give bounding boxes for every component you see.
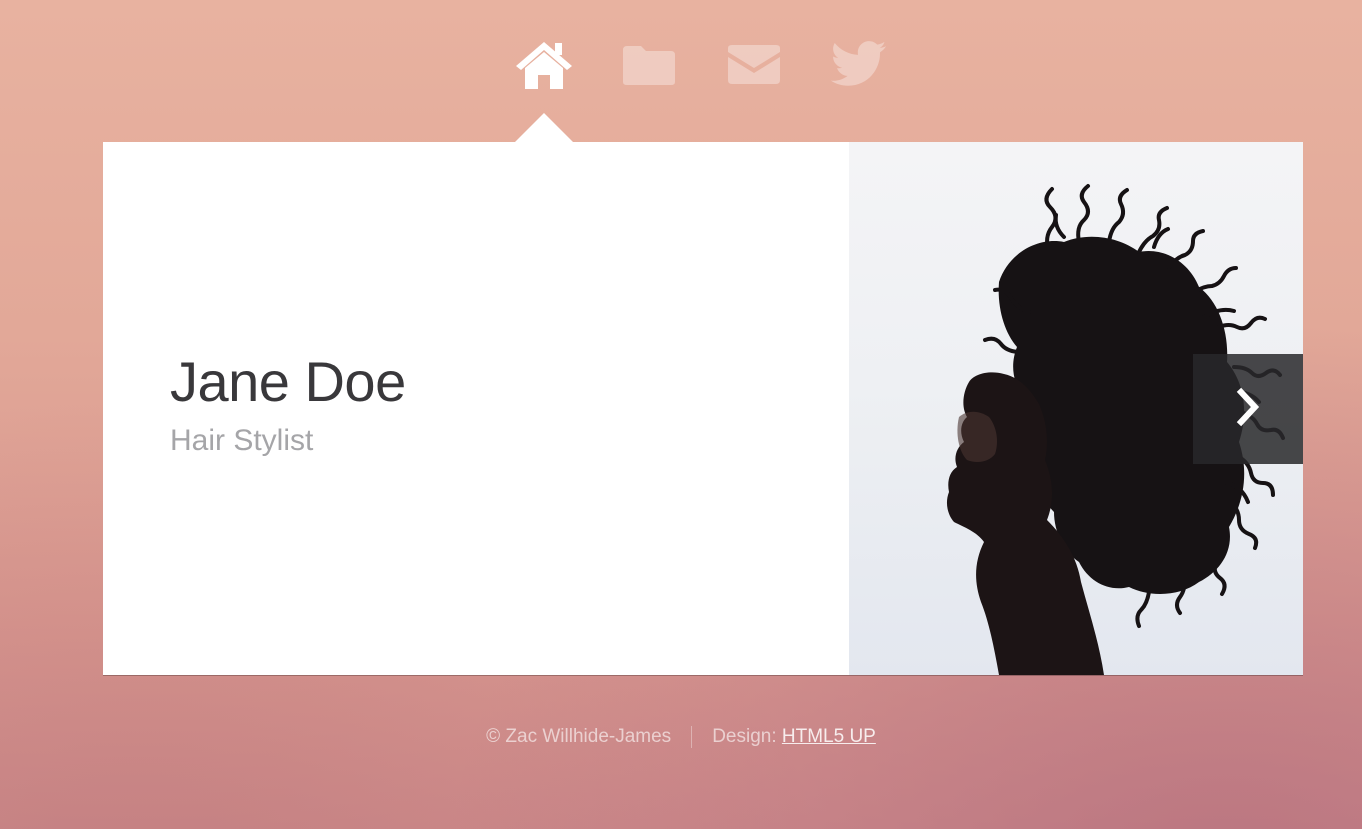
chevron-right-icon <box>1234 387 1262 432</box>
main-nav <box>0 36 1362 96</box>
intro-panel: Jane Doe Hair Stylist <box>103 142 1303 675</box>
footer-divider <box>691 726 693 748</box>
nav-twitter[interactable] <box>827 36 891 92</box>
active-nav-pointer <box>514 113 574 143</box>
design-credit-link[interactable]: HTML5 UP <box>782 726 876 747</box>
home-icon <box>514 39 574 89</box>
profile-photo <box>849 142 1303 675</box>
nav-contact[interactable] <box>722 36 786 92</box>
nav-portfolio[interactable] <box>617 36 681 92</box>
profile-name: Jane Doe <box>170 350 406 413</box>
design-credit-prefix: Design: <box>712 726 782 748</box>
envelope-icon <box>726 42 782 86</box>
intro-text: Jane Doe Hair Stylist <box>170 347 406 461</box>
copyright-text: © Zac Willhide-James <box>486 726 672 748</box>
next-slide-button[interactable] <box>1193 354 1303 464</box>
profile-role: Hair Stylist <box>170 424 314 457</box>
nav-home[interactable] <box>512 36 576 92</box>
folder-icon <box>621 42 677 86</box>
footer: © Zac Willhide-James Design: HTML5 UP <box>0 726 1362 748</box>
twitter-icon <box>831 40 887 88</box>
